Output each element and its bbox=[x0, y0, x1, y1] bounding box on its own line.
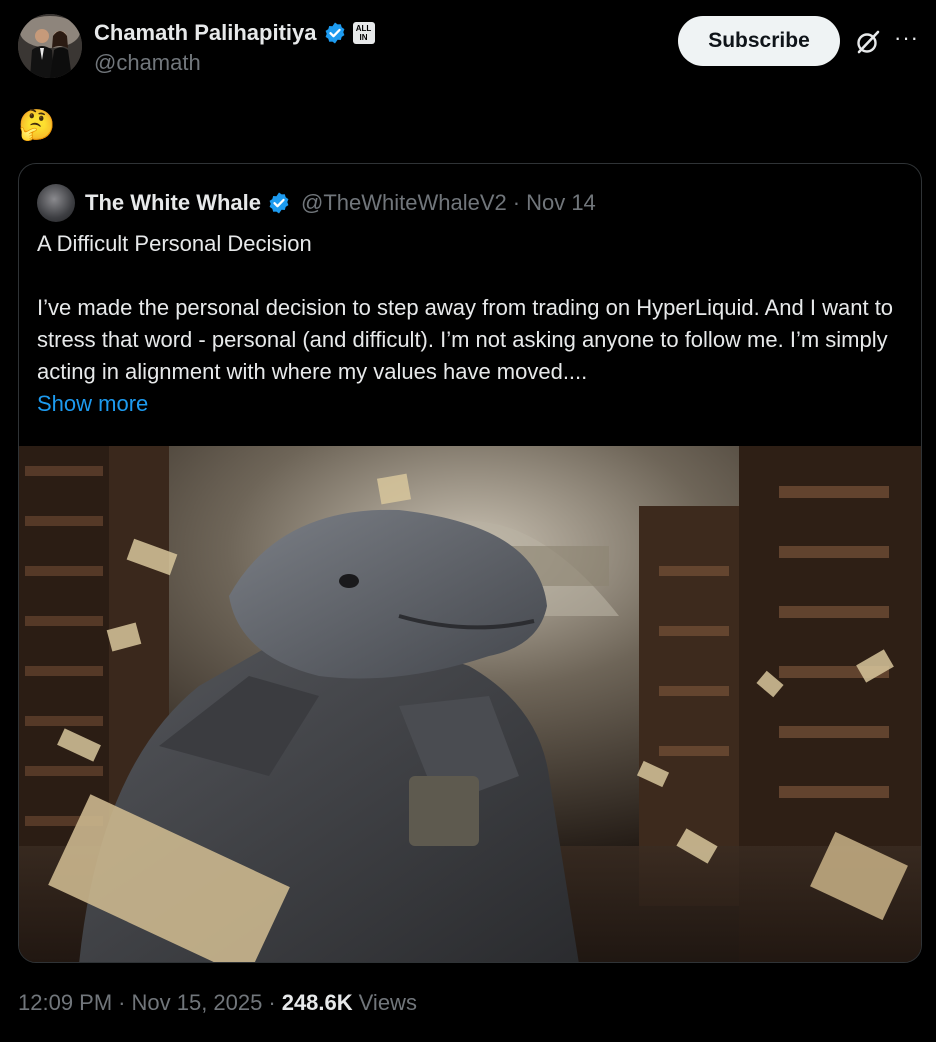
quote-date[interactable]: Nov 14 bbox=[526, 190, 596, 216]
tweet-time[interactable]: 12:09 PM bbox=[18, 990, 112, 1016]
whale-in-armor-library-image-icon bbox=[19, 446, 921, 962]
quote-separator: · bbox=[512, 190, 521, 215]
quote-author-name[interactable]: The White Whale bbox=[85, 190, 261, 216]
verified-badge-icon bbox=[325, 22, 344, 44]
tweet-date[interactable]: Nov 15, 2025 bbox=[132, 990, 263, 1016]
tweet-header: Chamath Palihapitiya ALL IN @chamath Sub… bbox=[18, 14, 922, 84]
quote-media-image[interactable] bbox=[19, 446, 921, 962]
quote-handle[interactable]: @TheWhiteWhaleV2 bbox=[301, 190, 507, 216]
quote-title: A Difficult Personal Decision bbox=[37, 231, 312, 256]
meta-separator: · bbox=[268, 990, 276, 1015]
author-avatar[interactable] bbox=[18, 14, 82, 78]
quote-header: The White Whale @TheWhiteWhaleV2 · Nov 1… bbox=[37, 184, 596, 222]
subscribe-button[interactable]: Subscribe bbox=[678, 16, 840, 66]
verified-badge-icon bbox=[269, 192, 289, 214]
show-more-link[interactable]: Show more bbox=[37, 388, 909, 420]
tweet-meta: 12:09 PM · Nov 15, 2025 · 248.6K Views bbox=[18, 990, 417, 1016]
tweet-text: 🤔 bbox=[18, 109, 56, 142]
grok-icon[interactable] bbox=[854, 28, 882, 56]
views-label: Views bbox=[358, 990, 417, 1015]
author-name[interactable]: Chamath Palihapitiya bbox=[94, 20, 317, 46]
profile-photo-icon bbox=[18, 14, 82, 78]
quote-body: A Difficult Personal Decision I’ve made … bbox=[37, 228, 909, 420]
affiliation-badge-text: ALL IN bbox=[355, 24, 372, 42]
quote-avatar[interactable] bbox=[37, 184, 75, 222]
quoted-tweet[interactable]: The White Whale @TheWhiteWhaleV2 · Nov 1… bbox=[18, 163, 922, 963]
views-count[interactable]: 248.6K bbox=[282, 990, 353, 1016]
affiliation-badge[interactable]: ALL IN bbox=[352, 22, 375, 44]
author-handle[interactable]: @chamath bbox=[94, 50, 375, 76]
more-icon[interactable]: ··· bbox=[894, 27, 924, 56]
quote-text: I’ve made the personal decision to step … bbox=[37, 295, 894, 384]
author-info: Chamath Palihapitiya ALL IN @chamath bbox=[94, 18, 375, 76]
meta-separator: · bbox=[118, 990, 126, 1015]
